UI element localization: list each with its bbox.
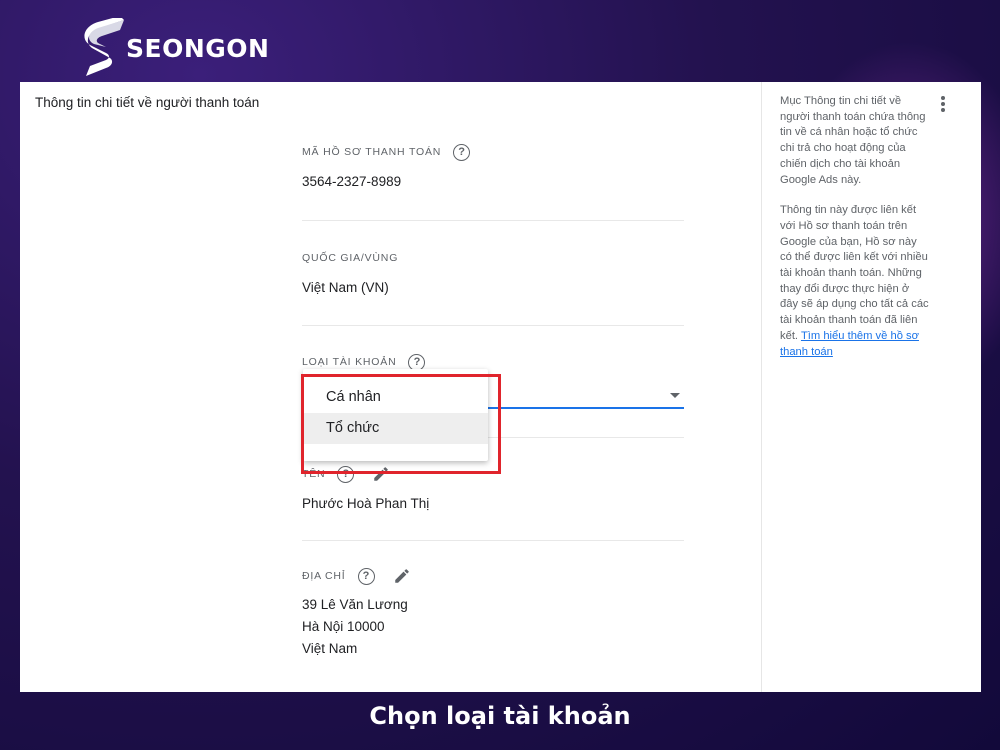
section-title: Thông tin chi tiết về người thanh toán [35,95,260,110]
brand-logo: SEONGON [80,18,269,78]
address-field: Địa chỉ ? 39 Lê Văn Lương Hà Nội 10000 V… [302,566,684,660]
profile-id-field: Mã hồ sơ thanh toán ? 3564-2327-8989 [302,142,684,221]
help-circle-icon[interactable]: ? [453,143,471,161]
help-circle-icon[interactable]: ? [408,353,426,371]
caption: Chọn loại tài khoản [369,702,631,730]
learn-more-link[interactable]: Tìm hiểu thêm về hồ sơ thanh toán [780,330,919,358]
dropdown-arrow-icon[interactable] [670,393,680,398]
address-line: 39 Lê Văn Lương [302,597,408,612]
seongon-logo-icon [84,18,124,76]
country-label: Quốc gia/vùng [302,252,399,264]
divider [302,220,684,221]
profile-id-value: 3564-2327-8989 [302,174,402,189]
help-circle-icon[interactable]: ? [357,567,375,585]
more-vert-icon[interactable] [940,96,946,114]
help-paragraph: Mục Thông tin chi tiết về người thanh to… [780,95,926,186]
address-line: Hà Nội 10000 [302,619,385,634]
address-label: Địa chỉ [302,570,346,582]
help-paragraph: Thông tin này được liên kết với Hồ sơ th… [780,204,929,342]
account-type-label: Loại tài khoản [302,356,397,368]
country-field: Quốc gia/vùng Việt Nam (VN) [302,248,684,326]
country-value: Việt Nam (VN) [302,280,389,295]
brand-name: SEONGON [126,33,270,63]
divider [302,325,684,326]
help-side-panel: Mục Thông tin chi tiết về người thanh to… [761,82,981,692]
address-line: Việt Nam [302,641,358,656]
profile-id-label: Mã hồ sơ thanh toán [302,146,442,158]
edit-pencil-icon[interactable] [393,567,411,585]
highlight-annotation-box [301,374,501,474]
address-lines: 39 Lê Văn Lương Hà Nội 10000 Việt Nam [302,594,684,660]
divider [302,540,684,541]
name-value: Phước Hoà Phan Thị [302,496,430,511]
